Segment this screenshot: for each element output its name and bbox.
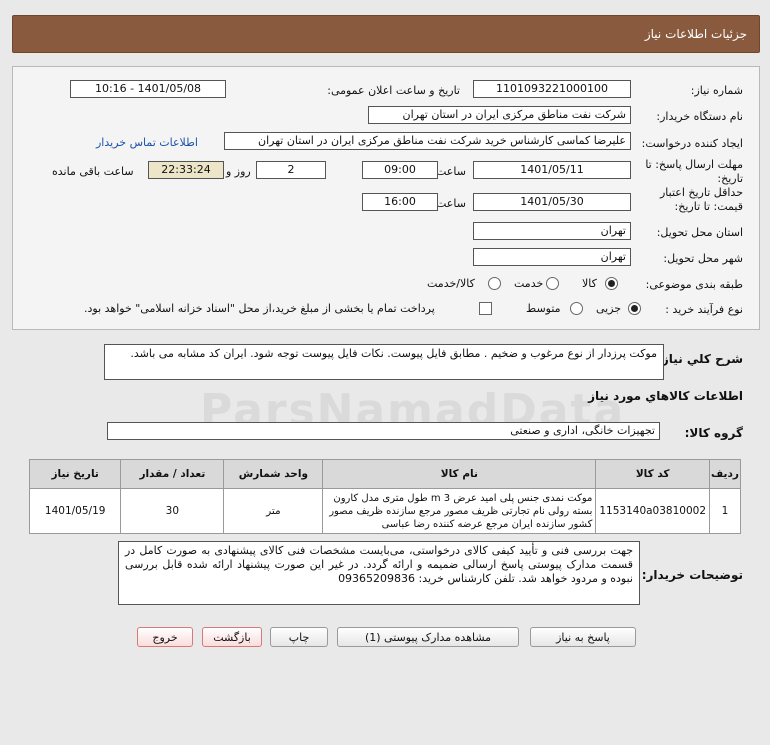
remaining-time-field: 22:33:24 <box>148 161 224 179</box>
print-button[interactable]: چاپ <box>270 627 328 647</box>
summary-text: موکت پرزدار از نوع مرغوب و ضخیم . مطابق … <box>104 344 664 380</box>
remaining-label: ساعت باقی مانده <box>52 165 134 178</box>
category-option-both: کالا/خدمت <box>427 277 475 290</box>
city-field: تهران <box>473 248 631 266</box>
days-field: 2 <box>256 161 326 179</box>
announce-label: تاریخ و ساعت اعلان عمومی: <box>327 84 460 97</box>
category-option-goods: کالا <box>582 277 597 290</box>
buyer-org-field: شرکت نفت مناطق مرکزی ایران در استان تهرا… <box>368 106 631 124</box>
province-field: تهران <box>473 222 631 240</box>
goods-table-header: ردیف کد کالا نام کالا واحد شمارش تعداد /… <box>28 459 741 489</box>
buyer-notes-text: جهت بررسی فنی و تأیید کیفی کالای درخواست… <box>118 541 640 605</box>
buyer-org-label: نام دستگاه خریدار: <box>656 110 743 123</box>
col-row: ردیف <box>709 459 741 489</box>
process-radio-minor[interactable] <box>628 302 641 315</box>
validity-time-label: ساعت <box>436 197 466 210</box>
cell-row: 1 <box>709 488 741 534</box>
deadline-time-field: 09:00 <box>362 161 438 179</box>
category-radio-service[interactable] <box>546 277 559 290</box>
deadline-time-label: ساعت <box>436 165 466 178</box>
category-label: طبقه بندی موضوعی: <box>645 278 743 291</box>
process-label: نوع فرآیند خرید : <box>665 303 743 316</box>
page-title: جزئیات اطلاعات نیاز <box>644 27 747 41</box>
category-radio-both[interactable] <box>488 277 501 290</box>
summary-label: شرح کلي نياز: <box>657 352 743 366</box>
requester-label: ایجاد کننده درخواست: <box>641 137 743 150</box>
validity-label: حداقل تاریخ اعتبار قیمت: تا تاریخ: <box>659 186 743 213</box>
validity-date-field: 1401/05/30 <box>473 193 631 211</box>
process-option-medium: متوسط <box>526 302 561 315</box>
cell-code: 1153140a03810002 <box>595 488 710 534</box>
cell-date: 1401/05/19 <box>28 488 122 534</box>
announce-field: 1401/05/08 - 10:16 <box>70 80 226 98</box>
deadline-date-field: 1401/05/11 <box>473 161 631 179</box>
province-label: استان محل تحویل: <box>656 226 743 239</box>
back-button[interactable]: بازگشت <box>202 627 262 647</box>
col-date: تاریخ نیاز <box>28 459 122 489</box>
requester-field: علیرضا کماسی کارشناس خرید شرکت نفت مناطق… <box>224 132 631 150</box>
buyer-notes-label: توضیحات خریدار: <box>641 568 743 582</box>
city-label: شهر محل تحویل: <box>663 252 743 265</box>
col-name: نام کالا <box>322 459 597 489</box>
cell-unit: متر <box>223 488 324 534</box>
reply-button[interactable]: پاسخ به نیاز <box>530 627 636 647</box>
process-radio-medium[interactable] <box>570 302 583 315</box>
treasury-payment-note: پرداخت تمام یا بخشی از مبلغ خرید،از محل … <box>84 302 435 315</box>
process-option-minor: جزیی <box>596 302 622 315</box>
need-number-label: شماره نیاز: <box>690 84 743 97</box>
category-radio-goods[interactable] <box>605 277 618 290</box>
buyer-contact-link[interactable]: اطلاعات تماس خریدار <box>96 136 198 149</box>
exit-button[interactable]: خروج <box>137 627 193 647</box>
view-attachments-button[interactable]: مشاهده مدارک پیوستی (1) <box>337 627 519 647</box>
treasury-payment-checkbox[interactable] <box>479 302 492 315</box>
col-qty: تعداد / مقدار <box>120 459 225 489</box>
table-row: 1 1153140a03810002 موکت نمدی جنس پلی امی… <box>28 488 741 534</box>
need-number-field: 1101093221000100 <box>473 80 631 98</box>
goods-group-field: تجهیزات خانگی، اداری و صنعتی <box>107 422 660 440</box>
goods-table: ردیف کد کالا نام کالا واحد شمارش تعداد /… <box>28 459 741 534</box>
category-option-service: خدمت <box>514 277 544 290</box>
days-label: روز و <box>226 165 251 178</box>
cell-qty: 30 <box>120 488 225 534</box>
deadline-label: مهلت ارسال پاسخ: تا تاریخ: <box>645 158 743 185</box>
validity-time-field: 16:00 <box>362 193 438 211</box>
goods-section-title: اطلاعات کالاهاي مورد نياز <box>588 389 743 403</box>
col-code: کد کالا <box>595 459 710 489</box>
cell-name: موکت نمدی جنس پلی امید عرض m 3 طول متری … <box>322 488 597 534</box>
page-title-bar: جزئیات اطلاعات نیاز <box>12 15 760 53</box>
goods-group-label: گروه کالا: <box>684 426 743 440</box>
col-unit: واحد شمارش <box>223 459 324 489</box>
